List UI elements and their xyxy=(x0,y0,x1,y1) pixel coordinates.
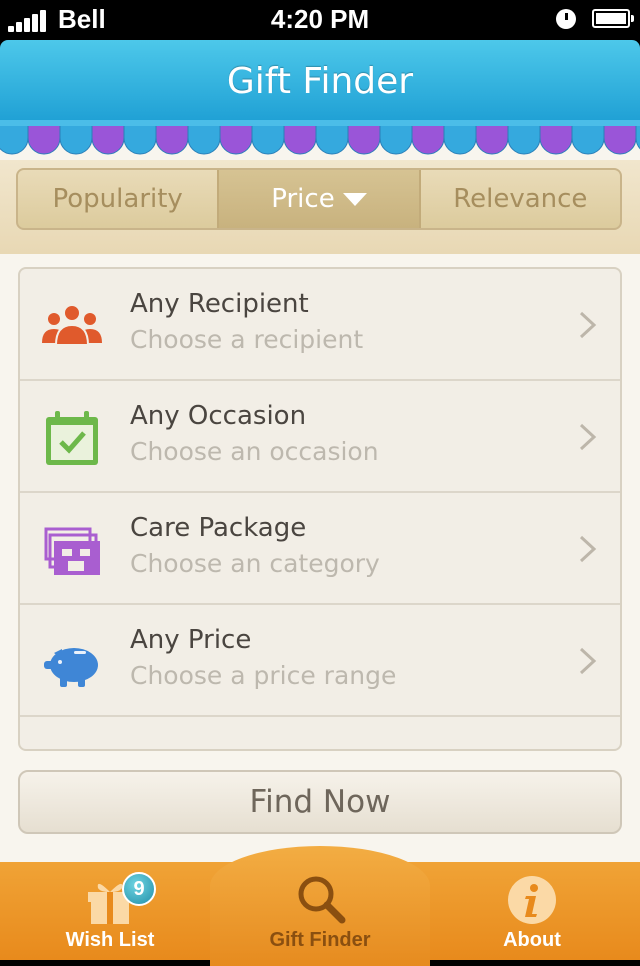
filter-title: Any Occasion xyxy=(130,401,307,431)
calendar-check-icon xyxy=(46,411,98,465)
tab-label: Wish List xyxy=(65,929,155,951)
sort-bar: Popularity Price Relevance xyxy=(0,160,640,254)
chevron-right-icon xyxy=(579,647,597,675)
sort-price-label: Price xyxy=(271,184,335,214)
chevron-right-icon xyxy=(579,311,597,339)
filter-row-price[interactable]: Any Price Choose a price range xyxy=(20,605,620,717)
piggy-bank-icon xyxy=(44,648,98,687)
sort-popularity-label: Popularity xyxy=(52,184,183,214)
people-icon xyxy=(42,304,102,346)
awning-decoration xyxy=(0,120,640,155)
sort-relevance-button[interactable]: Relevance xyxy=(421,170,620,228)
page-title: Gift Finder xyxy=(226,61,414,102)
wish-list-badge: 9 xyxy=(122,872,156,906)
battery-icon xyxy=(592,9,634,28)
status-bar: Bell 4:20 PM xyxy=(0,0,640,40)
clock-time: 4:20 PM xyxy=(270,4,370,34)
sort-segmented-control: Popularity Price Relevance xyxy=(16,168,622,230)
chevron-right-icon xyxy=(579,535,597,563)
find-now-button[interactable]: Find Now xyxy=(18,770,622,834)
chevron-right-icon xyxy=(579,423,597,451)
tab-wish-list[interactable]: Wish List xyxy=(40,862,180,960)
filter-title: Any Recipient xyxy=(130,289,309,319)
filter-title: Care Package xyxy=(130,513,307,543)
filter-subtitle: Choose an occasion xyxy=(130,437,379,466)
triangle-down-icon xyxy=(342,192,367,206)
sort-popularity-button[interactable]: Popularity xyxy=(18,170,217,228)
tab-about[interactable]: About xyxy=(462,862,602,960)
filter-subtitle: Choose an category xyxy=(130,549,380,578)
tab-gift-finder[interactable]: Gift Finder xyxy=(240,862,400,960)
alarm-clock-icon xyxy=(556,9,576,29)
filter-row-occasion[interactable]: Any Occasion Choose an occasion xyxy=(20,381,620,493)
package-stack-icon xyxy=(44,527,100,575)
filter-subtitle: Choose a recipient xyxy=(130,325,364,354)
filter-list: Any Recipient Choose a recipient Any Occ… xyxy=(18,267,622,751)
sort-price-button[interactable]: Price xyxy=(217,170,421,228)
filter-row-category[interactable]: Care Package Choose an category xyxy=(20,493,620,605)
magnifier-icon xyxy=(298,876,346,924)
main-content: Popularity Price Relevance Any Recipient… xyxy=(0,132,640,864)
tab-label: Gift Finder xyxy=(269,929,371,951)
filter-subtitle: Choose a price range xyxy=(130,661,397,690)
info-icon xyxy=(508,876,556,924)
nav-bar: Gift Finder xyxy=(0,40,640,124)
filter-row-recipient[interactable]: Any Recipient Choose a recipient xyxy=(20,269,620,381)
sort-relevance-label: Relevance xyxy=(453,184,588,214)
tab-label: About xyxy=(503,929,561,951)
filter-title: Any Price xyxy=(130,625,252,655)
